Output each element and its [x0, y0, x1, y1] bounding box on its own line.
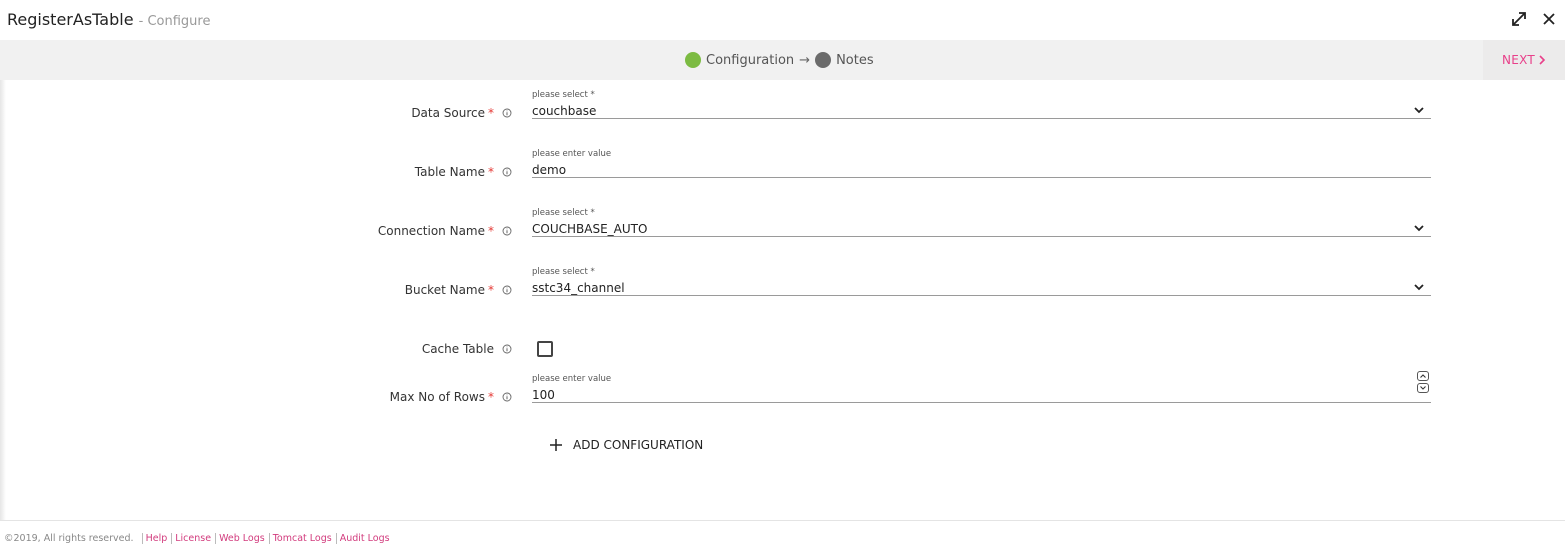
- table-name-input[interactable]: please enter value demo: [532, 149, 1431, 178]
- max-rows-hint: please enter value: [532, 374, 612, 384]
- dialog-subtitle: - Configure: [138, 14, 211, 29]
- close-icon[interactable]: [1540, 10, 1558, 28]
- connection-name-label: Connection Name *: [377, 224, 494, 238]
- dialog-header: RegisterAsTable - Configure: [0, 0, 1565, 40]
- wizard-stepper: Configuration → Notes NEXT: [0, 40, 1565, 80]
- data-source-label: Data Source *: [411, 106, 494, 120]
- help-link[interactable]: Help: [141, 533, 167, 544]
- max-rows-input[interactable]: please enter value 100: [532, 371, 1431, 403]
- data-source-value: couchbase: [532, 104, 597, 118]
- info-icon[interactable]: [502, 285, 512, 295]
- bucket-name-hint: please select *: [532, 267, 595, 277]
- info-icon[interactable]: [502, 226, 512, 236]
- step-complete-icon: [685, 52, 701, 68]
- number-stepper[interactable]: [1417, 371, 1429, 393]
- license-link[interactable]: License: [171, 533, 211, 544]
- connection-name-value: COUCHBASE_AUTO: [532, 222, 648, 236]
- audit-logs-link[interactable]: Audit Logs: [335, 533, 390, 544]
- data-source-hint: please select *: [532, 90, 595, 100]
- expand-icon[interactable]: [1510, 10, 1528, 28]
- info-icon[interactable]: [502, 167, 512, 177]
- max-rows-label: Max No of Rows *: [389, 390, 494, 404]
- copyright-text: ©2019, All rights reserved.: [4, 533, 134, 544]
- bucket-name-select[interactable]: please select * sstc34_channel: [532, 267, 1431, 296]
- connection-name-hint: please select *: [532, 208, 595, 218]
- cache-table-label: Cache Table: [421, 342, 494, 356]
- left-edge-shadow: [0, 40, 6, 520]
- chevron-down-icon[interactable]: [1413, 106, 1425, 114]
- dialog-title-text: RegisterAsTable: [7, 10, 134, 29]
- connection-name-select[interactable]: please select * COUCHBASE_AUTO: [532, 208, 1431, 237]
- increment-icon[interactable]: [1417, 371, 1429, 381]
- bucket-name-value: sstc34_channel: [532, 281, 625, 295]
- step-pending-icon: [815, 52, 832, 68]
- chevron-down-icon[interactable]: [1413, 224, 1425, 232]
- step-configuration[interactable]: Configuration: [706, 53, 794, 68]
- data-source-select[interactable]: please select * couchbase: [532, 90, 1431, 119]
- dialog-title: RegisterAsTable - Configure: [7, 10, 210, 29]
- next-button-label: NEXT: [1501, 53, 1536, 67]
- chevron-right-icon: [1539, 55, 1546, 65]
- max-rows-value: 100: [532, 388, 555, 402]
- step-list: Configuration → Notes: [685, 52, 874, 68]
- register-as-table-dialog: RegisterAsTable - Configure Configuratio…: [0, 0, 1565, 555]
- cache-table-checkbox[interactable]: [537, 341, 553, 357]
- add-configuration-button[interactable]: ADD CONFIGURATION: [549, 438, 703, 452]
- info-icon[interactable]: [502, 108, 512, 118]
- next-button[interactable]: NEXT: [1483, 40, 1565, 80]
- web-logs-link[interactable]: Web Logs: [215, 533, 265, 544]
- page-footer: ©2019, All rights reserved. Help License…: [0, 520, 1565, 555]
- add-configuration-label: ADD CONFIGURATION: [573, 438, 704, 452]
- chevron-down-icon[interactable]: [1413, 283, 1425, 291]
- tomcat-logs-link[interactable]: Tomcat Logs: [268, 533, 332, 544]
- bucket-name-label: Bucket Name *: [404, 283, 494, 297]
- table-name-value: demo: [532, 163, 567, 177]
- step-notes[interactable]: Notes: [836, 53, 874, 68]
- decrement-icon[interactable]: [1417, 383, 1429, 393]
- table-name-label: Table Name *: [414, 165, 494, 179]
- step-separator: →: [799, 52, 811, 68]
- plus-icon: [550, 439, 562, 451]
- info-icon[interactable]: [502, 392, 512, 402]
- info-icon[interactable]: [502, 344, 512, 354]
- table-name-hint: please enter value: [532, 149, 612, 159]
